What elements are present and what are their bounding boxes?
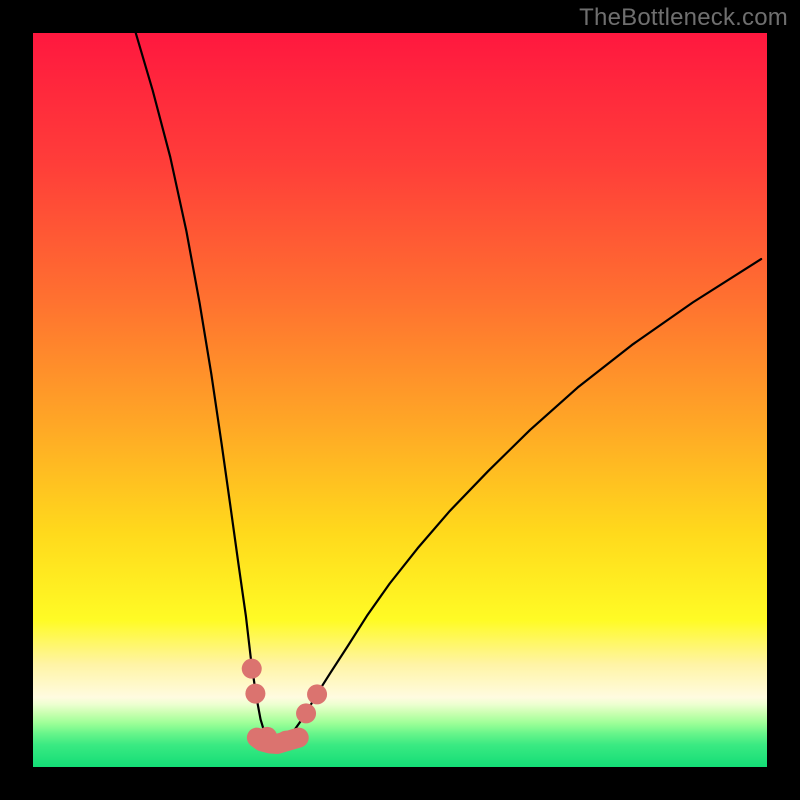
marker-optimal-markers xyxy=(296,703,316,723)
marker-optimal-markers xyxy=(242,659,262,679)
chart-svg xyxy=(33,33,767,767)
watermark-text: TheBottleneck.com xyxy=(579,4,788,32)
chart-frame: TheBottleneck.com xyxy=(0,0,800,800)
bottleneck-chart xyxy=(33,33,767,767)
series-optimal-band xyxy=(257,738,299,744)
chart-background xyxy=(33,33,767,767)
marker-optimal-markers xyxy=(307,684,327,704)
marker-optimal-markers xyxy=(245,684,265,704)
